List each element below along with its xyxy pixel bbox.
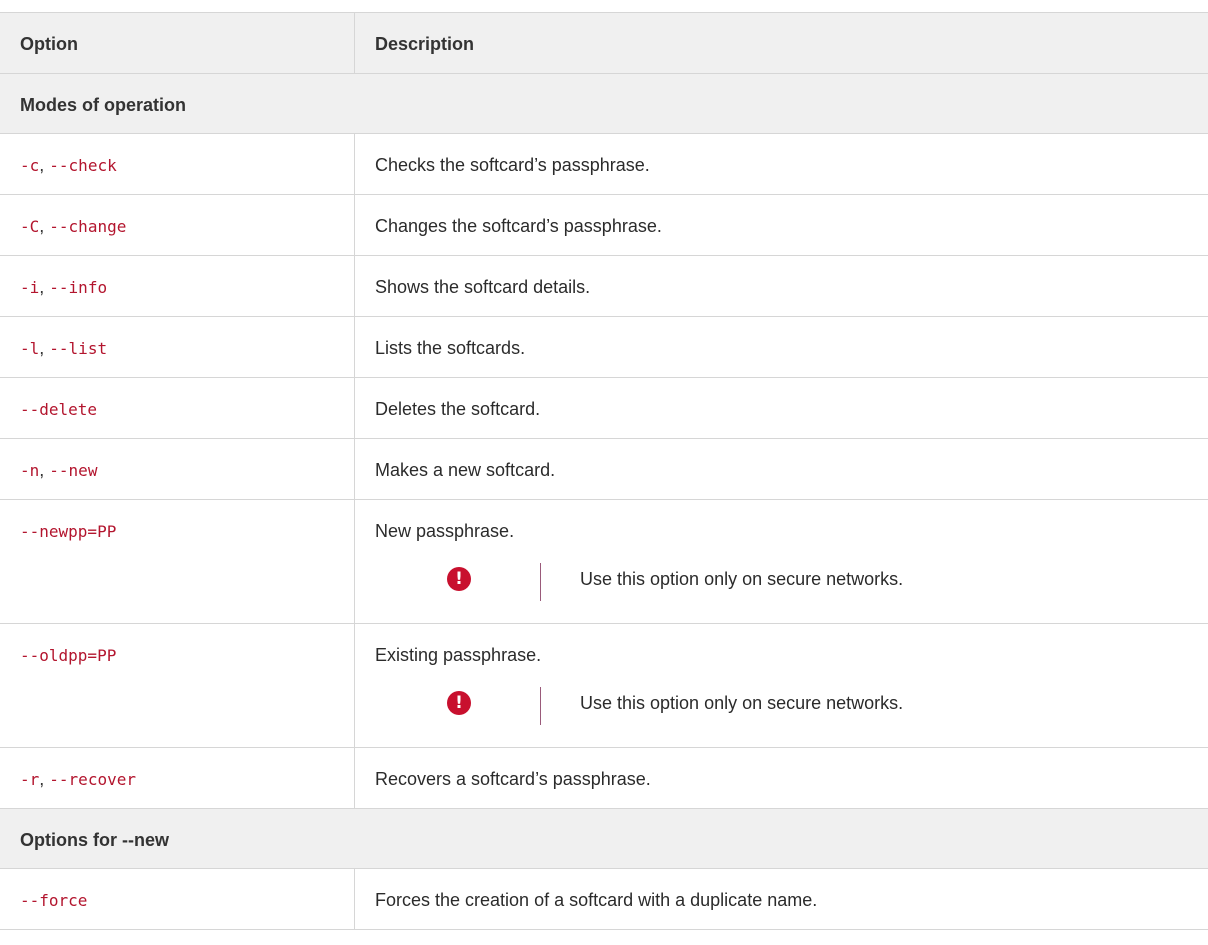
warning-text: Use this option only on secure networks. <box>580 568 903 590</box>
warning-admonition: ! Use this option only on secure networks… <box>375 687 1208 727</box>
description-text: Existing passphrase. <box>375 644 1208 666</box>
description-cell: Lists the softcards. <box>355 317 1208 378</box>
section-row: Options for --new <box>0 809 1208 869</box>
description-cell: Deletes the softcard. <box>355 378 1208 439</box>
section-title: Options for --new <box>0 809 1208 869</box>
table-row: --delete Deletes the softcard. <box>0 378 1208 439</box>
description-text: Deletes the softcard. <box>375 398 1208 420</box>
table-row: -n, --new Makes a new softcard. <box>0 439 1208 500</box>
option-flag: --newpp=PP <box>20 522 116 541</box>
table-row: -l, --list Lists the softcards. <box>0 317 1208 378</box>
option-flag: -c <box>20 156 39 175</box>
warning-divider <box>540 563 541 601</box>
column-header-option: Option <box>0 13 355 74</box>
description-cell: Shows the softcard details. <box>355 256 1208 317</box>
option-flag: --recover <box>49 770 136 789</box>
option-cell: -C, --change <box>0 195 355 256</box>
table-row: -c, --check Checks the softcard’s passphr… <box>0 134 1208 195</box>
warning-divider <box>540 687 541 725</box>
option-flag: --change <box>49 217 126 236</box>
option-cell: -l, --list <box>0 317 355 378</box>
table-header-row: Option Description <box>0 13 1208 74</box>
table-row: --force Forces the creation of a softcard… <box>0 869 1208 930</box>
warning-text: Use this option only on secure networks. <box>580 692 903 714</box>
flag-separator: , <box>39 460 49 480</box>
option-flag: --check <box>49 156 116 175</box>
option-flag: --oldpp=PP <box>20 646 116 665</box>
option-cell: --delete <box>0 378 355 439</box>
description-cell: Changes the softcard’s passphrase. <box>355 195 1208 256</box>
flag-separator: , <box>39 338 49 358</box>
option-flag: --list <box>49 339 107 358</box>
exclamation-icon: ! <box>447 691 471 715</box>
table-row: --oldpp=PP Existing passphrase.! Use this … <box>0 624 1208 748</box>
table-row: -i, --info Shows the softcard details. <box>0 256 1208 317</box>
description-text: Shows the softcard details. <box>375 276 1208 298</box>
flag-separator: , <box>39 277 49 297</box>
description-text: Forces the creation of a softcard with a… <box>375 889 1208 911</box>
description-cell: Makes a new softcard. <box>355 439 1208 500</box>
option-cell: --oldpp=PP <box>0 624 355 748</box>
option-cell: --newpp=PP <box>0 500 355 624</box>
option-flag: -l <box>20 339 39 358</box>
column-header-description: Description <box>355 13 1208 74</box>
table-row: -r, --recover Recovers a softcard’s passp… <box>0 748 1208 809</box>
table-row: -C, --change Changes the softcard’s passp… <box>0 195 1208 256</box>
option-cell: -i, --info <box>0 256 355 317</box>
flag-separator: , <box>39 216 49 236</box>
description-cell: Checks the softcard’s passphrase. <box>355 134 1208 195</box>
options-table: Option Description Modes of operation-c,… <box>0 12 1208 930</box>
option-flag: -i <box>20 278 39 297</box>
flag-separator: , <box>39 155 49 175</box>
description-text: Lists the softcards. <box>375 337 1208 359</box>
flag-separator: , <box>39 769 49 789</box>
section-title: Modes of operation <box>0 74 1208 134</box>
option-flag: --info <box>49 278 107 297</box>
option-flag: --delete <box>20 400 97 419</box>
option-flag: -C <box>20 217 39 236</box>
description-text: Recovers a softcard’s passphrase. <box>375 768 1208 790</box>
table-row: --newpp=PP New passphrase.! Use this optio… <box>0 500 1208 624</box>
option-cell: -r, --recover <box>0 748 355 809</box>
table-body: Modes of operation-c, --checkChecks the … <box>0 74 1208 930</box>
description-text: New passphrase. <box>375 520 1208 542</box>
option-cell: -n, --new <box>0 439 355 500</box>
description-text: Changes the softcard’s passphrase. <box>375 215 1208 237</box>
option-flag: --force <box>20 891 87 910</box>
section-row: Modes of operation <box>0 74 1208 134</box>
option-flag: -r <box>20 770 39 789</box>
option-cell: -c, --check <box>0 134 355 195</box>
description-text: Checks the softcard’s passphrase. <box>375 154 1208 176</box>
option-flag: --new <box>49 461 97 480</box>
description-cell: Existing passphrase.! Use this option onl… <box>355 624 1208 748</box>
description-cell: New passphrase.! Use this option only on … <box>355 500 1208 624</box>
description-cell: Recovers a softcard’s passphrase. <box>355 748 1208 809</box>
warning-admonition: ! Use this option only on secure networks… <box>375 563 1208 603</box>
exclamation-icon: ! <box>447 567 471 591</box>
description-cell: Forces the creation of a softcard with a… <box>355 869 1208 930</box>
option-cell: --force <box>0 869 355 930</box>
option-flag: -n <box>20 461 39 480</box>
description-text: Makes a new softcard. <box>375 459 1208 481</box>
